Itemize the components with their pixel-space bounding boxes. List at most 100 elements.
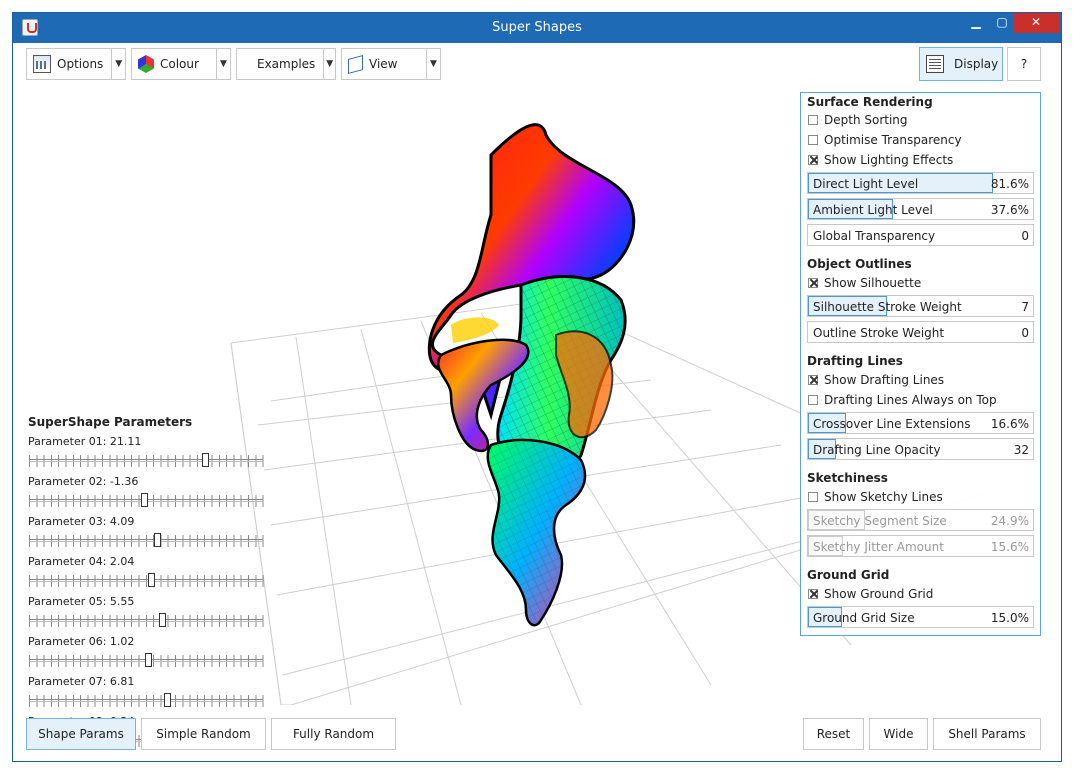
options-icon (33, 55, 51, 73)
display-settings-panel: Surface Rendering Depth Sorting Optimise… (800, 92, 1041, 636)
parameter-slider[interactable]: Parameter 07: 6.81 (28, 675, 278, 715)
parameter-slider[interactable]: Parameter 05: 5.55 (28, 595, 278, 635)
slider-thumb[interactable] (145, 653, 153, 667)
checkbox-box[interactable] (808, 492, 818, 502)
supershape-parameters-panel: SuperShape Parameters Parameter 01: 21.1… (28, 415, 278, 755)
silhouette-weight-slider[interactable]: Silhouette Stroke Weight 7 (807, 295, 1034, 317)
drafting-opacity-slider[interactable]: Drafting Line Opacity 32 (807, 438, 1034, 460)
grid-size-slider[interactable]: Ground Grid Size 15.0% (807, 606, 1034, 628)
show-grid-checkbox[interactable]: Show Ground Grid (808, 587, 933, 601)
examples-label: Examples (257, 57, 316, 71)
ambient-light-slider[interactable]: Ambient Light Level 37.6% (807, 198, 1034, 220)
simple-random-button[interactable]: Simple Random (141, 718, 266, 750)
drafting-on-top-checkbox[interactable]: Drafting Lines Always on Top (808, 393, 997, 407)
shell-params-button[interactable]: Shell Params (933, 718, 1041, 750)
close-button[interactable]: ✕ (1013, 13, 1059, 33)
slider-thumb[interactable] (158, 613, 166, 627)
show-lighting-checkbox[interactable]: Show Lighting Effects (808, 153, 953, 167)
depth-sorting-label: Depth Sorting (824, 113, 908, 127)
colour-dropdown-icon[interactable]: ▼ (216, 49, 230, 79)
window-title: Super Shapes (492, 20, 582, 35)
examples-dropdown-icon[interactable]: ▼ (323, 49, 335, 79)
depth-sorting-checkbox[interactable]: Depth Sorting (808, 113, 908, 127)
options-dropdown-icon[interactable]: ▼ (111, 49, 125, 79)
slider-value: 0 (1021, 326, 1029, 340)
examples-menu[interactable]: Examples ▼ (236, 48, 336, 80)
checkbox-checked[interactable] (808, 155, 818, 165)
parameter-slider[interactable]: Parameter 03: 4.09 (28, 515, 278, 555)
drafting-lines-heading: Drafting Lines (807, 354, 903, 368)
colour-menu[interactable]: Colour ▼ (131, 48, 231, 80)
show-drafting-label: Show Drafting Lines (824, 373, 945, 387)
show-sketchy-label: Show Sketchy Lines (824, 490, 943, 504)
show-silhouette-label: Show Silhouette (824, 276, 922, 290)
optimise-transparency-label: Optimise Transparency (824, 133, 962, 147)
view-dropdown-icon[interactable]: ▼ (426, 49, 440, 79)
slider-value: 15.6% (990, 540, 1029, 554)
parameter-label: Parameter 02: -1.36 (28, 475, 139, 488)
options-label: Options (57, 57, 104, 71)
slider-track[interactable] (29, 699, 263, 702)
slider-track[interactable] (29, 619, 263, 622)
checkbox-box[interactable] (808, 395, 818, 405)
parameter-slider[interactable]: Parameter 01: 21.11 (28, 435, 278, 475)
global-transparency-slider[interactable]: Global Transparency 0 (807, 224, 1034, 246)
slider-label: Drafting Line Opacity (813, 443, 941, 457)
crossover-extensions-slider[interactable]: Crossover Line Extensions 16.6% (807, 412, 1034, 434)
slider-track[interactable] (29, 579, 263, 582)
checkbox-checked[interactable] (808, 589, 818, 599)
show-drafting-checkbox[interactable]: Show Drafting Lines (808, 373, 944, 387)
fully-random-button[interactable]: Fully Random (271, 718, 396, 750)
options-menu[interactable]: Options ▼ (26, 48, 126, 80)
parameter-label: Parameter 06: 1.02 (28, 635, 135, 648)
show-lighting-label: Show Lighting Effects (824, 153, 954, 167)
sketchy-segment-slider: Sketchy Segment Size 24.9% (807, 509, 1034, 531)
parameter-slider[interactable]: Parameter 02: -1.36 (28, 475, 278, 515)
checkbox-box[interactable] (808, 115, 818, 125)
slider-thumb[interactable] (147, 573, 155, 587)
supershape-model (427, 123, 636, 627)
slider-label: Outline Stroke Weight (813, 326, 945, 340)
slider-track[interactable] (29, 539, 263, 542)
slider-label: Ambient Light Level (813, 203, 933, 217)
sketchiness-heading: Sketchiness (807, 471, 888, 485)
maximize-button[interactable]: ▢ (989, 13, 1015, 33)
drafting-on-top-label: Drafting Lines Always on Top (824, 393, 997, 407)
display-panel-icon (926, 55, 944, 73)
wide-button[interactable]: Wide (869, 718, 928, 750)
direct-light-slider[interactable]: Direct Light Level 81.6% (807, 172, 1034, 194)
slider-thumb[interactable] (163, 693, 171, 707)
slider-value: 16.6% (990, 417, 1029, 431)
slider-label: Sketchy Segment Size (813, 514, 947, 528)
ground-grid-heading: Ground Grid (807, 568, 890, 582)
outline-weight-slider[interactable]: Outline Stroke Weight 0 (807, 321, 1034, 343)
slider-value: 0 (1021, 229, 1029, 243)
view-label: View (369, 57, 398, 71)
checkbox-box[interactable] (808, 135, 818, 145)
checkbox-checked[interactable] (808, 375, 818, 385)
show-silhouette-checkbox[interactable]: Show Silhouette (808, 276, 921, 290)
slider-thumb[interactable] (202, 453, 210, 467)
checkbox-checked[interactable] (808, 278, 818, 288)
view-menu[interactable]: View ▼ (341, 48, 441, 80)
optimise-transparency-checkbox[interactable]: Optimise Transparency (808, 133, 962, 147)
reset-button[interactable]: Reset (803, 718, 864, 750)
display-toggle-button[interactable]: Display (919, 47, 1003, 81)
slider-value: 81.6% (990, 177, 1029, 191)
title-bar[interactable]: Super Shapes ▁ ▢ ✕ (13, 13, 1061, 43)
show-grid-label: Show Ground Grid (824, 587, 934, 601)
slider-thumb[interactable] (140, 493, 148, 507)
help-button[interactable]: ? (1007, 47, 1041, 81)
minimize-button[interactable]: ▁ (963, 13, 989, 33)
parameter-label: Parameter 05: 5.55 (28, 595, 135, 608)
surface-rendering-heading: Surface Rendering (807, 95, 933, 109)
parameter-slider[interactable]: Parameter 04: 2.04 (28, 555, 278, 595)
parameter-slider[interactable]: Parameter 06: 1.02 (28, 635, 278, 675)
shape-params-button[interactable]: Shape Params (26, 718, 136, 750)
slider-thumb[interactable] (154, 533, 162, 547)
slider-track[interactable] (29, 459, 263, 462)
display-label: Display (954, 57, 999, 71)
sketchy-jitter-slider: Sketchy Jitter Amount 15.6% (807, 535, 1034, 557)
parameter-label: Parameter 01: 21.11 (28, 435, 142, 448)
show-sketchy-checkbox[interactable]: Show Sketchy Lines (808, 490, 943, 504)
